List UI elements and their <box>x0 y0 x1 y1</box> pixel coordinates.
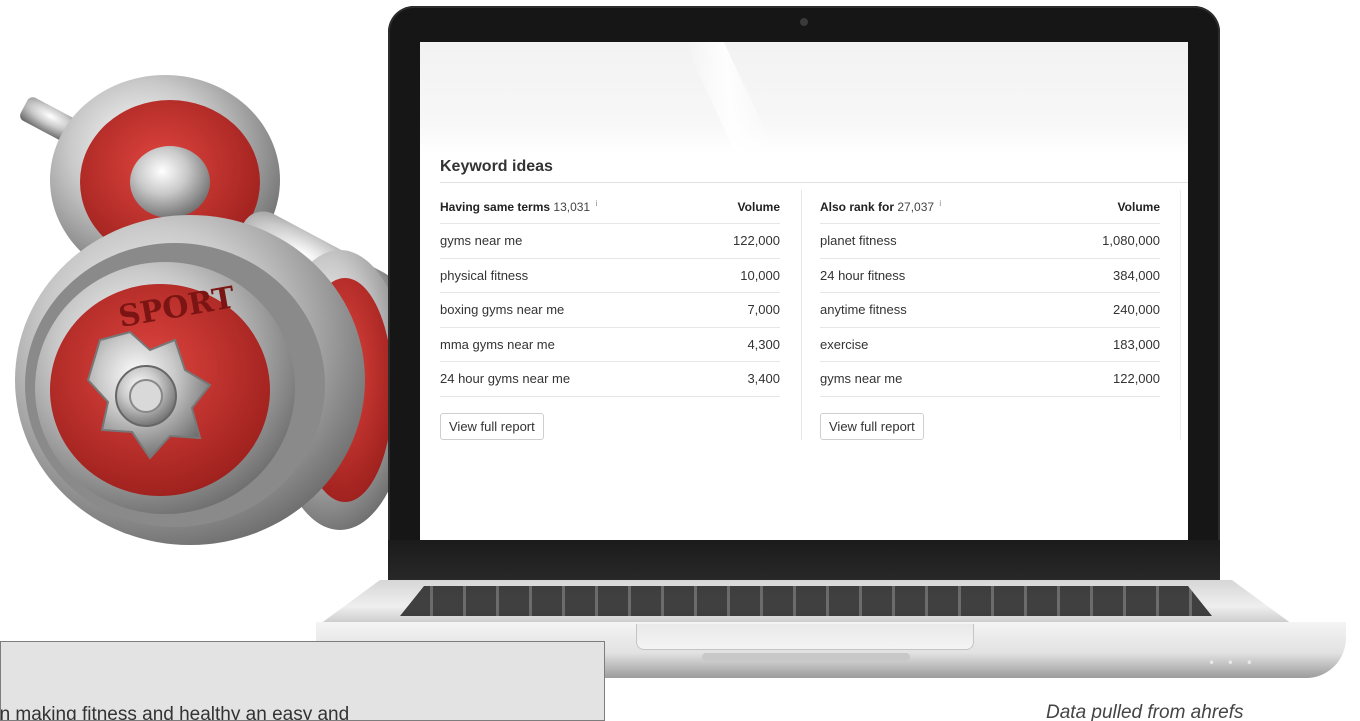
volume-cell: 10,000 <box>740 267 780 283</box>
table-row: 24 hour gyms near me 3,400 <box>440 362 780 397</box>
laptop-trackpad <box>636 624 974 650</box>
same-terms-count: 13,031 <box>553 200 591 214</box>
table-row: boxing gyms near me 7,000 <box>440 293 780 328</box>
table-row: gyms near me 122,000 <box>440 224 780 259</box>
keyword-cell: planet fitness <box>820 233 897 249</box>
keyword-cell: anytime fitness <box>820 302 907 318</box>
info-icon[interactable]: i <box>939 199 941 208</box>
keyword-cell: boxing gyms near me <box>440 302 565 318</box>
caption-box: on making fitness and healthy an easy an… <box>0 641 605 721</box>
volume-cell: 240,000 <box>1113 302 1160 318</box>
title-divider <box>440 182 1188 183</box>
same-terms-header-label: Having same terms 13,031 i <box>440 199 597 214</box>
laptop-opening-notch <box>702 653 910 661</box>
laptop-keyboard <box>400 586 1212 616</box>
table-row: 24 hour fitness 384,000 <box>820 259 1160 293</box>
volume-cell: 122,000 <box>1113 371 1160 387</box>
volume-cell: 3,400 <box>747 371 780 387</box>
laptop-screen: Keyword ideas Having same terms 13,031 i… <box>420 42 1188 546</box>
column-separator <box>801 190 802 440</box>
keyword-cell: mma gyms near me <box>440 336 555 352</box>
same-terms-column: Having same terms 13,031 i Volume gyms n… <box>440 190 780 440</box>
table-row: anytime fitness 240,000 <box>820 293 1160 328</box>
caption-text: on making fitness and healthy an easy an… <box>0 704 350 721</box>
screen-bezel-bottom <box>388 540 1220 586</box>
laptop-lid: Keyword ideas Having same terms 13,031 i… <box>388 6 1220 586</box>
webcam <box>800 18 808 26</box>
volume-cell: 4,300 <box>747 336 780 352</box>
info-icon[interactable]: i <box>595 199 597 208</box>
table-row: gyms near me 122,000 <box>820 362 1160 397</box>
also-rank-column: Also rank for 27,037 i Volume planet fit… <box>820 190 1160 440</box>
also-rank-header: Also rank for 27,037 i Volume <box>820 190 1160 224</box>
view-full-report-button[interactable]: View full report <box>440 412 544 440</box>
volume-header: Volume <box>1117 199 1160 214</box>
dumbbells-illustration: SPORT <box>15 75 410 545</box>
data-source-note: Data pulled from ahrefs <box>1046 702 1244 721</box>
same-terms-label: Having same terms <box>440 200 551 214</box>
view-full-report-button[interactable]: View full report <box>820 412 924 440</box>
keyword-cell: physical fitness <box>440 267 529 283</box>
volume-cell: 384,000 <box>1113 267 1160 283</box>
volume-cell: 122,000 <box>733 233 780 249</box>
keyword-cell: exercise <box>820 336 869 352</box>
table-row: physical fitness 10,000 <box>440 259 780 293</box>
keyword-ideas-title: Keyword ideas <box>440 158 553 175</box>
table-row: planet fitness 1,080,000 <box>820 224 1160 259</box>
volume-cell: 7,000 <box>747 302 780 318</box>
volume-cell: 183,000 <box>1113 336 1160 352</box>
table-row: mma gyms near me 4,300 <box>440 328 780 362</box>
indicator-lights: • • • <box>1208 656 1257 670</box>
also-rank-header-label: Also rank for 27,037 i <box>820 199 941 214</box>
same-terms-header: Having same terms 13,031 i Volume <box>440 190 780 224</box>
screen-glare <box>420 42 1188 154</box>
keyword-cell: gyms near me <box>440 233 523 249</box>
also-rank-count: 27,037 <box>897 200 935 214</box>
keyword-cell: gyms near me <box>820 371 903 387</box>
panel-right-edge <box>1180 190 1181 440</box>
table-row: exercise 183,000 <box>820 328 1160 362</box>
volume-cell: 1,080,000 <box>1102 233 1160 249</box>
volume-header: Volume <box>737 199 780 214</box>
keyword-cell: 24 hour fitness <box>820 267 906 283</box>
keyword-cell: 24 hour gyms near me <box>440 371 571 387</box>
also-rank-label: Also rank for <box>820 200 895 214</box>
